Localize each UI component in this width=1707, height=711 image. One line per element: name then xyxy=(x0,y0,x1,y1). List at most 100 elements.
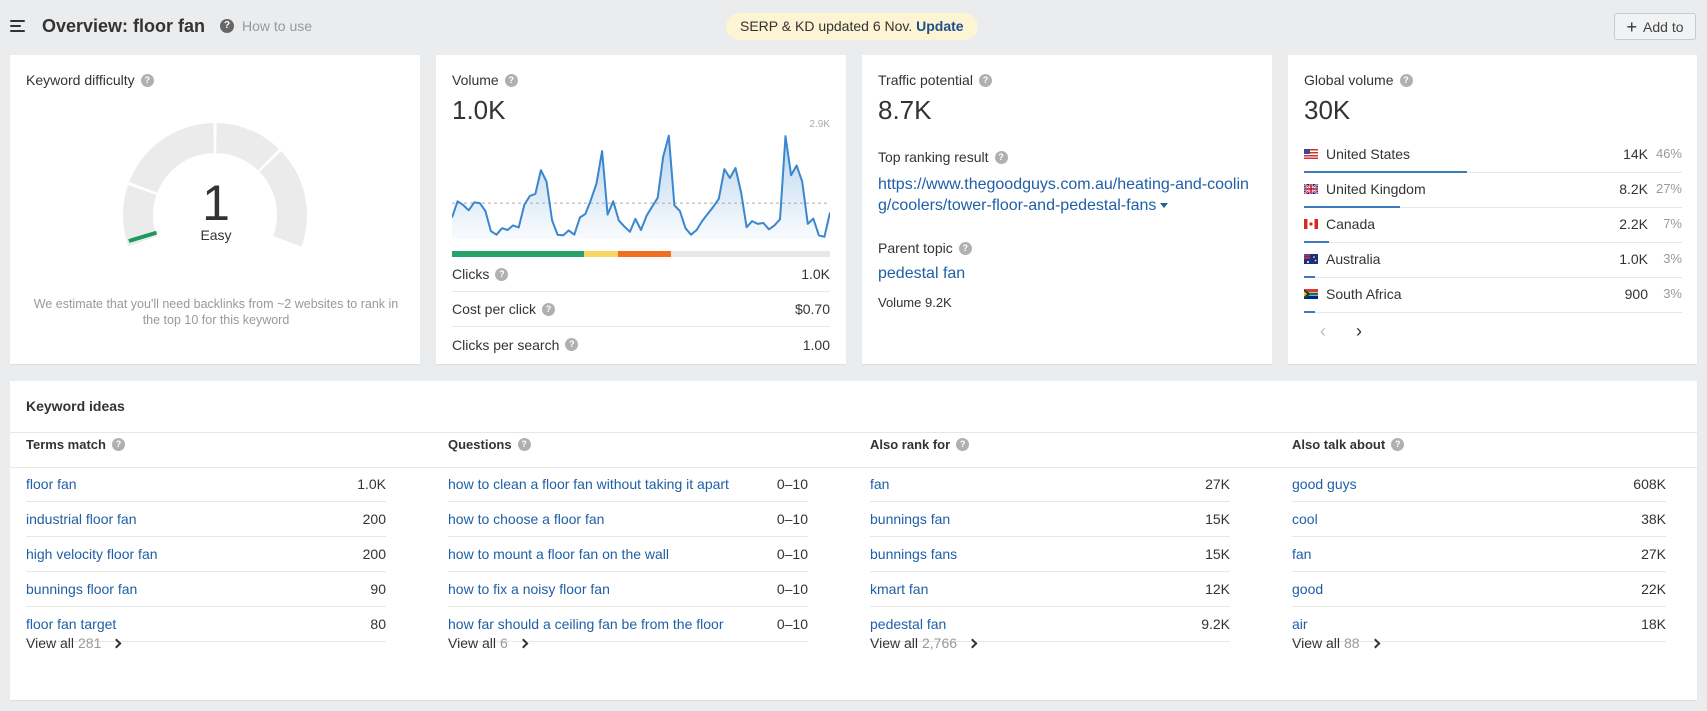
trend-area xyxy=(452,135,830,239)
list-item: how to mount a floor fan on the wall 0–1… xyxy=(448,537,808,572)
column-title: Also talk about? xyxy=(1292,437,1405,452)
list-item: fan 27K xyxy=(1292,537,1666,572)
traffic-potential-value: 8.7K xyxy=(878,95,932,125)
help-icon[interactable]: ? xyxy=(978,73,992,87)
keyword-link[interactable]: high velocity floor fan xyxy=(26,546,158,562)
plus-icon: + xyxy=(1626,16,1638,37)
keyword-link[interactable]: pedestal fan xyxy=(870,616,946,632)
help-icon[interactable]: ? xyxy=(495,267,509,281)
view-all-link[interactable]: View all 88 xyxy=(1292,635,1381,651)
volume-trend-chart xyxy=(452,134,830,239)
stat-value: $0.70 xyxy=(794,301,830,317)
help-icon[interactable]: ? xyxy=(504,73,518,87)
country-name[interactable]: United States xyxy=(1326,146,1410,162)
country-name[interactable]: Canada xyxy=(1326,216,1375,232)
country-row: Canada 2.2K 7% xyxy=(1304,208,1682,243)
menu-icon[interactable] xyxy=(10,20,25,32)
stat-label: Cost per click xyxy=(452,301,537,317)
stat-label: Clicks xyxy=(452,266,490,282)
country-percent: 7% xyxy=(1663,216,1682,231)
keyword-volume: 38K xyxy=(1641,511,1666,527)
keyword-link[interactable]: fan xyxy=(870,476,889,492)
keyword-link[interactable]: kmart fan xyxy=(870,581,928,597)
stat-value: 1.00 xyxy=(802,336,830,353)
column-title: Terms match? xyxy=(26,437,125,452)
keyword-link[interactable]: how to mount a floor fan on the wall xyxy=(448,546,669,562)
help-icon[interactable]: ? xyxy=(565,338,579,351)
parent-topic-label: Parent topic ? xyxy=(878,240,972,256)
caret-down-icon[interactable] xyxy=(1160,203,1169,209)
view-all-label: View all xyxy=(870,635,918,651)
view-all-count: 2,766 xyxy=(922,635,958,651)
chevron-left-icon[interactable]: ‹ xyxy=(1320,321,1326,342)
kd-value: 1 xyxy=(202,175,230,231)
how-to-use-link[interactable]: ? How to use xyxy=(220,18,312,34)
help-icon[interactable]: ? xyxy=(542,302,556,316)
list-item: cool 38K xyxy=(1292,502,1666,537)
flag-za-icon xyxy=(1304,289,1318,299)
keyword-volume: 15K xyxy=(1205,511,1230,527)
banner-text: SERP & KD updated 6 Nov. xyxy=(740,18,913,34)
parent-topic-link[interactable]: pedestal fan xyxy=(878,265,965,283)
help-icon[interactable]: ? xyxy=(958,241,972,255)
country-name[interactable]: United Kingdom xyxy=(1326,181,1426,197)
list-item: fan 27K xyxy=(870,467,1230,502)
keyword-link[interactable]: industrial floor fan xyxy=(26,511,137,527)
column-title-text: Also rank for xyxy=(870,437,951,452)
flag-us-icon xyxy=(1304,149,1318,159)
keyword-link[interactable]: good xyxy=(1292,581,1323,597)
keyword-link[interactable]: how to clean a floor fan without taking … xyxy=(448,476,729,492)
url-text[interactable]: https://www.thegoodguys.com.au/heating-a… xyxy=(878,176,1249,214)
keyword-link[interactable]: fan xyxy=(1292,546,1311,562)
keyword-link[interactable]: how to fix a noisy floor fan xyxy=(448,581,610,597)
volume-card: Volume ? 1.0K 2.9K Clicks? 1.0K Cost per… xyxy=(436,55,846,364)
country-name[interactable]: South Africa xyxy=(1326,286,1402,302)
help-icon[interactable]: ? xyxy=(1391,438,1405,451)
keyword-link[interactable]: cool xyxy=(1292,511,1318,527)
keyword-link[interactable]: bunnings fans xyxy=(870,546,957,562)
help-icon[interactable]: ? xyxy=(517,438,531,451)
keyword-volume: 90 xyxy=(370,581,386,597)
list-item: good 22K xyxy=(1292,572,1666,607)
help-icon[interactable]: ? xyxy=(956,438,970,451)
global-volume-value: 30K xyxy=(1304,95,1351,125)
flag-gb-icon xyxy=(1304,184,1318,194)
chevron-right-icon[interactable]: › xyxy=(1356,321,1362,342)
view-all-count: 88 xyxy=(1344,635,1360,651)
column-title: Also rank for? xyxy=(870,437,970,452)
view-all-link[interactable]: View all 6 xyxy=(448,635,529,651)
trend-line xyxy=(452,134,830,238)
view-all-count: 6 xyxy=(500,635,508,651)
keyword-link[interactable]: bunnings floor fan xyxy=(26,581,137,597)
keyword-volume: 27K xyxy=(1641,546,1666,562)
view-all-link[interactable]: View all 281 xyxy=(26,635,122,651)
country-name[interactable]: Australia xyxy=(1326,251,1380,267)
keyword-volume: 18K xyxy=(1641,616,1666,632)
keyword-volume: 608K xyxy=(1633,476,1666,492)
country-volume: 1.0K xyxy=(1619,251,1648,267)
list-item: how to choose a floor fan 0–10 xyxy=(448,502,808,537)
add-to-button[interactable]: + Add to xyxy=(1614,13,1696,40)
view-all-link[interactable]: View all 2,766 xyxy=(870,635,978,651)
keyword-volume: 0–10 xyxy=(776,511,808,527)
help-icon[interactable]: ? xyxy=(111,438,125,451)
list-item: high velocity floor fan 200 xyxy=(26,537,386,572)
keyword-ideas-title: Keyword ideas xyxy=(26,398,125,414)
update-link[interactable]: Update xyxy=(916,18,963,34)
help-icon[interactable]: ? xyxy=(140,73,154,87)
keyword-link[interactable]: how to choose a floor fan xyxy=(448,511,604,527)
help-icon[interactable]: ? xyxy=(994,150,1008,164)
keyword-link[interactable]: floor fan xyxy=(26,476,77,492)
keyword-link[interactable]: how far should a ceiling fan be from the… xyxy=(448,616,724,632)
keyword-link[interactable]: bunnings fan xyxy=(870,511,950,527)
list-item: kmart fan 12K xyxy=(870,572,1230,607)
help-icon[interactable]: ? xyxy=(1399,73,1413,87)
keyword-volume: 200 xyxy=(362,546,386,562)
help-icon: ? xyxy=(220,19,234,33)
list-item: bunnings fans 15K xyxy=(870,537,1230,572)
keyword-link[interactable]: air xyxy=(1292,616,1308,632)
top-ranking-url[interactable]: https://www.thegoodguys.com.au/heating-a… xyxy=(878,174,1258,216)
keyword-volume: 1.0K xyxy=(357,476,386,492)
keyword-link[interactable]: good guys xyxy=(1292,476,1357,492)
keyword-link[interactable]: floor fan target xyxy=(26,616,116,632)
